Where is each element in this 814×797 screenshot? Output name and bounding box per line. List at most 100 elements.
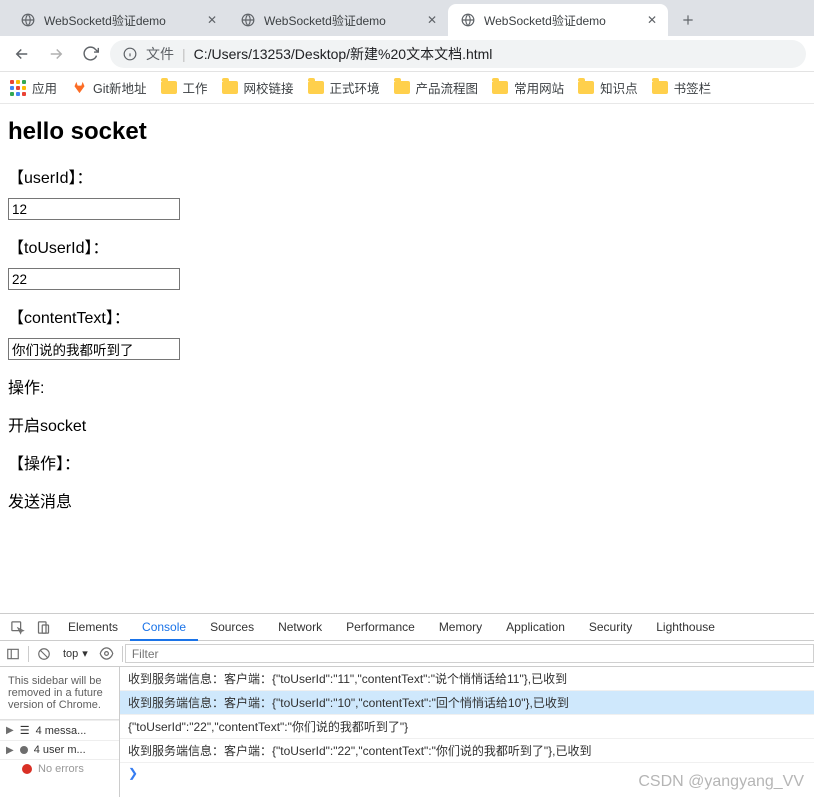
browser-tab-1[interactable]: WebSocketd验证demo ✕ <box>228 4 448 36</box>
console-prompt[interactable]: ❯ <box>120 763 814 783</box>
info-icon[interactable] <box>122 46 138 62</box>
bookmark-label: 产品流程图 <box>416 78 479 97</box>
bookmark-folder-1[interactable]: 网校链接 <box>222 78 294 97</box>
address-bar: 文件 | C:/Users/13253/Desktop/新建%20文本文档.ht… <box>0 36 814 72</box>
new-tab-button[interactable] <box>674 6 702 34</box>
bookmark-label: 书签栏 <box>674 78 712 97</box>
sidebar-user-row[interactable]: ▶ 4 user m... <box>0 740 119 759</box>
live-expression-icon[interactable] <box>94 646 120 661</box>
folder-icon <box>492 81 508 94</box>
forward-button[interactable] <box>42 40 70 68</box>
bookmark-folder-2[interactable]: 正式环境 <box>308 78 380 97</box>
devtools-tab-performance[interactable]: Performance <box>334 614 427 641</box>
bookmark-bar: 应用 Git新地址 工作 网校链接 正式环境 产品流程图 常用网站 知识点 书签… <box>0 72 814 104</box>
globe-icon <box>460 12 476 28</box>
close-icon[interactable]: ✕ <box>644 12 660 28</box>
console-line: 收到服务端信息：客户端：{"toUserId":"11","contentTex… <box>120 667 814 691</box>
browser-tab-0[interactable]: WebSocketd验证demo ✕ <box>8 4 228 36</box>
tab-title: WebSocketd验证demo <box>484 12 638 29</box>
bookmark-folder-4[interactable]: 常用网站 <box>492 78 564 97</box>
context-selector[interactable]: top ▾ <box>57 647 94 660</box>
apps-label: 应用 <box>32 78 57 97</box>
error-icon <box>22 764 32 774</box>
bookmark-label: 正式环境 <box>330 78 380 97</box>
bookmark-folder-6[interactable]: 书签栏 <box>652 78 712 97</box>
ops-label: 操作: <box>8 374 806 398</box>
row-label: 4 messa... <box>36 725 87 737</box>
devtools-tab-network[interactable]: Network <box>266 614 334 641</box>
browser-tab-2[interactable]: WebSocketd验证demo ✕ <box>448 4 668 36</box>
tab-title: WebSocketd验证demo <box>264 12 418 29</box>
folder-icon <box>308 81 324 94</box>
bookmark-gitlab[interactable]: Git新地址 <box>71 78 146 97</box>
devtools-tab-application[interactable]: Application <box>494 614 577 641</box>
devtools-tabbar: Elements Console Sources Network Perform… <box>0 614 814 641</box>
console-output[interactable]: 收到服务端信息：客户端：{"toUserId":"11","contentTex… <box>120 667 814 797</box>
devtools-tab-lighthouse[interactable]: Lighthouse <box>644 614 727 641</box>
inspect-element-icon[interactable] <box>4 614 30 640</box>
device-toolbar-icon[interactable] <box>30 614 56 640</box>
touserid-input[interactable] <box>8 268 180 290</box>
tab-title: WebSocketd验证demo <box>44 12 198 29</box>
close-icon[interactable]: ✕ <box>424 12 440 28</box>
bookmark-label: 知识点 <box>600 78 638 97</box>
clear-console-icon[interactable] <box>31 647 57 661</box>
bookmark-label: 常用网站 <box>514 78 564 97</box>
contenttext-label: 【contentText】： <box>8 304 806 328</box>
bookmark-label: 工作 <box>183 78 208 97</box>
sidebar-toggle-icon[interactable] <box>0 647 26 661</box>
folder-icon <box>394 81 410 94</box>
console-line: 收到服务端信息：客户端：{"toUserId":"22","contentTex… <box>120 739 814 763</box>
bookmark-label: Git新地址 <box>93 78 146 97</box>
devtools-tab-console[interactable]: Console <box>130 614 198 641</box>
chevron-right-icon: ▶ <box>6 725 14 736</box>
url-omnibox[interactable]: 文件 | C:/Users/13253/Desktop/新建%20文本文档.ht… <box>110 40 806 68</box>
console-sidebar: This sidebar will be removed in a future… <box>0 667 120 797</box>
url-separator: | <box>182 46 186 62</box>
bookmark-folder-5[interactable]: 知识点 <box>578 78 638 97</box>
folder-icon <box>652 81 668 94</box>
userid-label: 【userId】： <box>8 164 806 188</box>
url-scheme: 文件 <box>146 44 174 64</box>
folder-icon <box>578 81 594 94</box>
console-line: 收到服务端信息：客户端：{"toUserId":"10","contentTex… <box>120 691 814 715</box>
chevron-right-icon: ▶ <box>6 745 14 756</box>
userid-input[interactable] <box>8 198 180 220</box>
send-message-button[interactable]: 发送消息 <box>8 488 806 512</box>
console-body: This sidebar will be removed in a future… <box>0 667 814 797</box>
chevron-down-icon: ▾ <box>82 647 88 660</box>
globe-icon <box>240 12 256 28</box>
touserid-label: 【toUserId】： <box>8 234 806 258</box>
devtools-panel: Elements Console Sources Network Perform… <box>0 613 814 797</box>
devtools-tab-security[interactable]: Security <box>577 614 644 641</box>
bookmark-folder-3[interactable]: 产品流程图 <box>394 78 479 97</box>
folder-icon <box>161 81 177 94</box>
row-label: No errors <box>38 763 84 775</box>
page-body: hello socket 【userId】： 【toUserId】： 【cont… <box>0 104 814 540</box>
ops2-label: 【操作】： <box>8 450 806 474</box>
console-toolbar: top ▾ <box>0 641 814 667</box>
bookmark-folder-0[interactable]: 工作 <box>161 78 208 97</box>
sidebar-errors-row[interactable]: No errors <box>0 759 119 778</box>
console-filter-input[interactable] <box>125 644 814 663</box>
bars-icon: ☰ <box>20 724 30 737</box>
gitlab-icon <box>71 80 87 96</box>
contenttext-input[interactable] <box>8 338 180 360</box>
devtools-tab-memory[interactable]: Memory <box>427 614 494 641</box>
globe-icon <box>20 12 36 28</box>
devtools-tab-elements[interactable]: Elements <box>56 614 130 641</box>
url-text: C:/Users/13253/Desktop/新建%20文本文档.html <box>194 44 493 64</box>
apps-shortcut[interactable]: 应用 <box>10 78 57 97</box>
back-button[interactable] <box>8 40 36 68</box>
row-label: 4 user m... <box>34 744 86 756</box>
console-line: {"toUserId":"22","contentText":"你们说的我都听到… <box>120 715 814 739</box>
sidebar-note: This sidebar will be removed in a future… <box>0 667 119 720</box>
open-socket-button[interactable]: 开启socket <box>8 412 806 436</box>
sidebar-messages-row[interactable]: ▶ ☰ 4 messa... <box>0 720 119 740</box>
bookmark-label: 网校链接 <box>244 78 294 97</box>
devtools-tab-sources[interactable]: Sources <box>198 614 266 641</box>
browser-tabstrip: WebSocketd验证demo ✕ WebSocketd验证demo ✕ We… <box>0 0 814 36</box>
reload-button[interactable] <box>76 40 104 68</box>
folder-icon <box>222 81 238 94</box>
close-icon[interactable]: ✕ <box>204 12 220 28</box>
